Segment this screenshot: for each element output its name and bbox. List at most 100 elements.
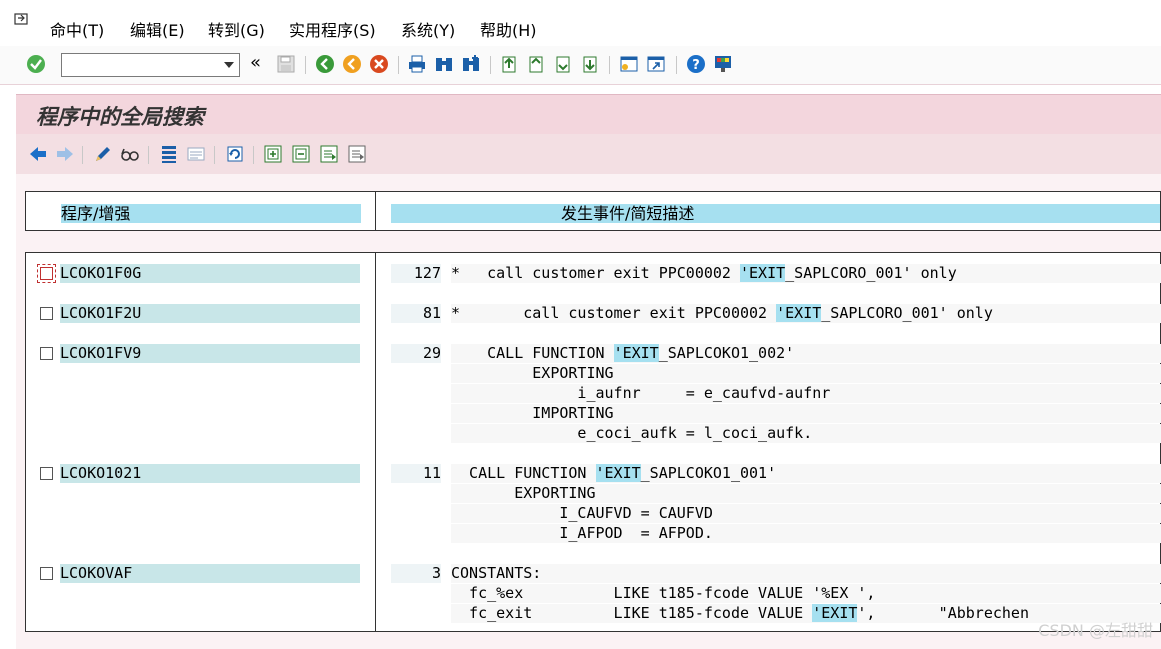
code-line[interactable]: CALL FUNCTION 'EXIT_SAPLCOKO1_001' xyxy=(451,464,1161,483)
code-text: * call customer exit PPC00002 xyxy=(451,264,740,282)
code-text: IMPORTING xyxy=(451,404,614,422)
search-hit: 'EXIT xyxy=(776,304,822,322)
print-icon[interactable] xyxy=(407,54,427,74)
enter-check-icon[interactable] xyxy=(26,54,46,74)
code-line[interactable]: IMPORTING xyxy=(451,404,1161,423)
search-hit: 'EXIT xyxy=(812,604,858,622)
code-line[interactable]: * call customer exit PPC00002 'EXIT_SAPL… xyxy=(451,264,1161,283)
code-line[interactable]: * call customer exit PPC00002 'EXIT_SAPL… xyxy=(451,304,1161,323)
code-line[interactable]: CALL FUNCTION 'EXIT_SAPLCOKO1_002' xyxy=(451,344,1161,363)
program-name[interactable]: LCOKOVAF xyxy=(60,564,360,583)
command-field[interactable] xyxy=(61,53,240,77)
search-hit: 'EXIT xyxy=(739,264,786,282)
row-checkbox[interactable] xyxy=(40,567,53,580)
standard-toolbar: « ? xyxy=(0,46,1161,85)
menu-utilities[interactable]: 实用程序(S) xyxy=(289,17,376,41)
arrow-right-icon[interactable] xyxy=(55,144,75,164)
menu-hits[interactable]: 命中(T) xyxy=(50,17,104,41)
code-text: _SAPLCOKO1_002' xyxy=(658,344,795,362)
back-icon[interactable] xyxy=(315,54,335,74)
code-line[interactable]: I_CAUFVD = CAUFVD xyxy=(451,504,1161,523)
pencil-icon[interactable] xyxy=(93,144,113,164)
code-text: fc_exit LIKE t185-fcode VALUE xyxy=(451,604,813,622)
code-text: ', "Abbrechen xyxy=(857,604,1029,622)
column-header-program[interactable]: 程序/增强 xyxy=(61,204,361,223)
search-hit: 'EXIT xyxy=(613,344,659,362)
exit-icon[interactable] xyxy=(342,54,362,74)
toolbar-separator xyxy=(148,146,149,164)
column-header: 程序/增强 发生事件/简短描述 xyxy=(25,191,1161,231)
menu-system[interactable]: 系统(Y) xyxy=(401,17,455,41)
row-checkbox[interactable] xyxy=(37,264,56,283)
program-name[interactable]: LCOKO1FV9 xyxy=(60,344,360,363)
where-used-list-icon[interactable] xyxy=(159,144,179,164)
toolbar-separator xyxy=(305,56,306,74)
expand-all-icon[interactable] xyxy=(263,144,283,164)
toolbar-separator xyxy=(82,146,83,164)
help-icon[interactable]: ? xyxy=(686,54,706,74)
row-checkbox[interactable] xyxy=(40,467,53,480)
column-header-occurrence-label: 发生事件/简短描述 xyxy=(561,204,695,223)
toolbar-separator xyxy=(214,146,215,164)
deselect-all-icon[interactable] xyxy=(347,144,367,164)
line-number: 11 xyxy=(391,464,441,483)
code-line[interactable]: I_AFPOD = AFPOD. xyxy=(451,524,1161,543)
code-text: _SAPLCORO_001' only xyxy=(821,304,993,322)
chevron-down-icon[interactable] xyxy=(224,62,234,68)
program-name[interactable]: LCOKO1F0G xyxy=(60,264,360,283)
code-text: I_AFPOD = AFPOD. xyxy=(451,524,713,542)
code-text: i_aufnr = e_caufvd-aufnr xyxy=(451,384,831,402)
arrow-left-icon[interactable] xyxy=(28,144,48,164)
menu-help[interactable]: 帮助(H) xyxy=(480,17,537,41)
toolbar-separator xyxy=(490,56,491,74)
next-page-icon[interactable] xyxy=(553,54,573,74)
code-text: EXPORTING xyxy=(451,484,596,502)
code-line[interactable]: i_aufnr = e_caufvd-aufnr xyxy=(451,384,1161,403)
column-header-program-label: 程序/增强 xyxy=(61,204,131,223)
details-icon[interactable] xyxy=(186,144,206,164)
row-checkbox[interactable] xyxy=(40,347,53,360)
line-number: 3 xyxy=(391,564,441,583)
screen-title-bar: 程序中的全局搜索 xyxy=(16,94,1161,135)
line-number: 29 xyxy=(391,344,441,363)
select-all-icon[interactable] xyxy=(319,144,339,164)
code-line[interactable]: CONSTANTS: xyxy=(451,564,1161,583)
column-header-occurrence[interactable]: 发生事件/简短描述 xyxy=(391,204,1160,223)
code-text: EXPORTING xyxy=(451,364,614,382)
code-text: _SAPLCOKO1_001' xyxy=(640,464,777,482)
code-line[interactable]: fc_%ex LIKE t185-fcode VALUE '%EX ', xyxy=(451,584,1161,603)
new-session-icon[interactable] xyxy=(619,54,639,74)
line-number: 81 xyxy=(391,304,441,323)
save-icon[interactable] xyxy=(276,54,296,74)
code-line[interactable]: e_coci_aufk = l_coci_aufk. xyxy=(451,424,1161,443)
last-page-icon[interactable] xyxy=(580,54,600,74)
search-hit: 'EXIT xyxy=(595,464,641,482)
double-left-chevron-icon[interactable]: « xyxy=(250,52,270,73)
collapse-all-icon[interactable] xyxy=(291,144,311,164)
shortcut-icon[interactable] xyxy=(646,54,666,74)
find-icon[interactable] xyxy=(434,54,454,74)
watermark: CSDN @左甜甜 xyxy=(1038,621,1153,640)
menu-goto[interactable]: 转到(G) xyxy=(208,17,265,41)
previous-page-icon[interactable] xyxy=(526,54,546,74)
code-text: * call customer exit PPC00002 xyxy=(451,304,777,322)
refresh-icon[interactable] xyxy=(225,144,245,164)
customize-layout-icon[interactable] xyxy=(713,54,733,74)
menu-bar: 命中(T) 编辑(E) 转到(G) 实用程序(S) 系统(Y) 帮助(H) xyxy=(0,0,1161,47)
system-menu-icon[interactable] xyxy=(14,13,32,29)
find-next-icon[interactable] xyxy=(461,54,481,74)
display-glasses-icon[interactable] xyxy=(120,144,140,164)
row-checkbox[interactable] xyxy=(40,307,53,320)
code-text: I_CAUFVD = CAUFVD xyxy=(451,504,713,522)
code-text: _SAPLCORO_001' only xyxy=(785,264,957,282)
code-line[interactable]: EXPORTING xyxy=(451,364,1161,383)
toolbar-separator xyxy=(676,56,677,74)
column-divider xyxy=(375,192,376,230)
code-text: e_coci_aufk = l_coci_aufk. xyxy=(451,424,813,442)
cancel-icon[interactable] xyxy=(369,54,389,74)
program-name[interactable]: LCOKO1F2U xyxy=(60,304,360,323)
program-name[interactable]: LCOKO1021 xyxy=(60,464,360,483)
menu-edit[interactable]: 编辑(E) xyxy=(130,17,185,41)
code-line[interactable]: EXPORTING xyxy=(451,484,1161,503)
first-page-icon[interactable] xyxy=(499,54,519,74)
